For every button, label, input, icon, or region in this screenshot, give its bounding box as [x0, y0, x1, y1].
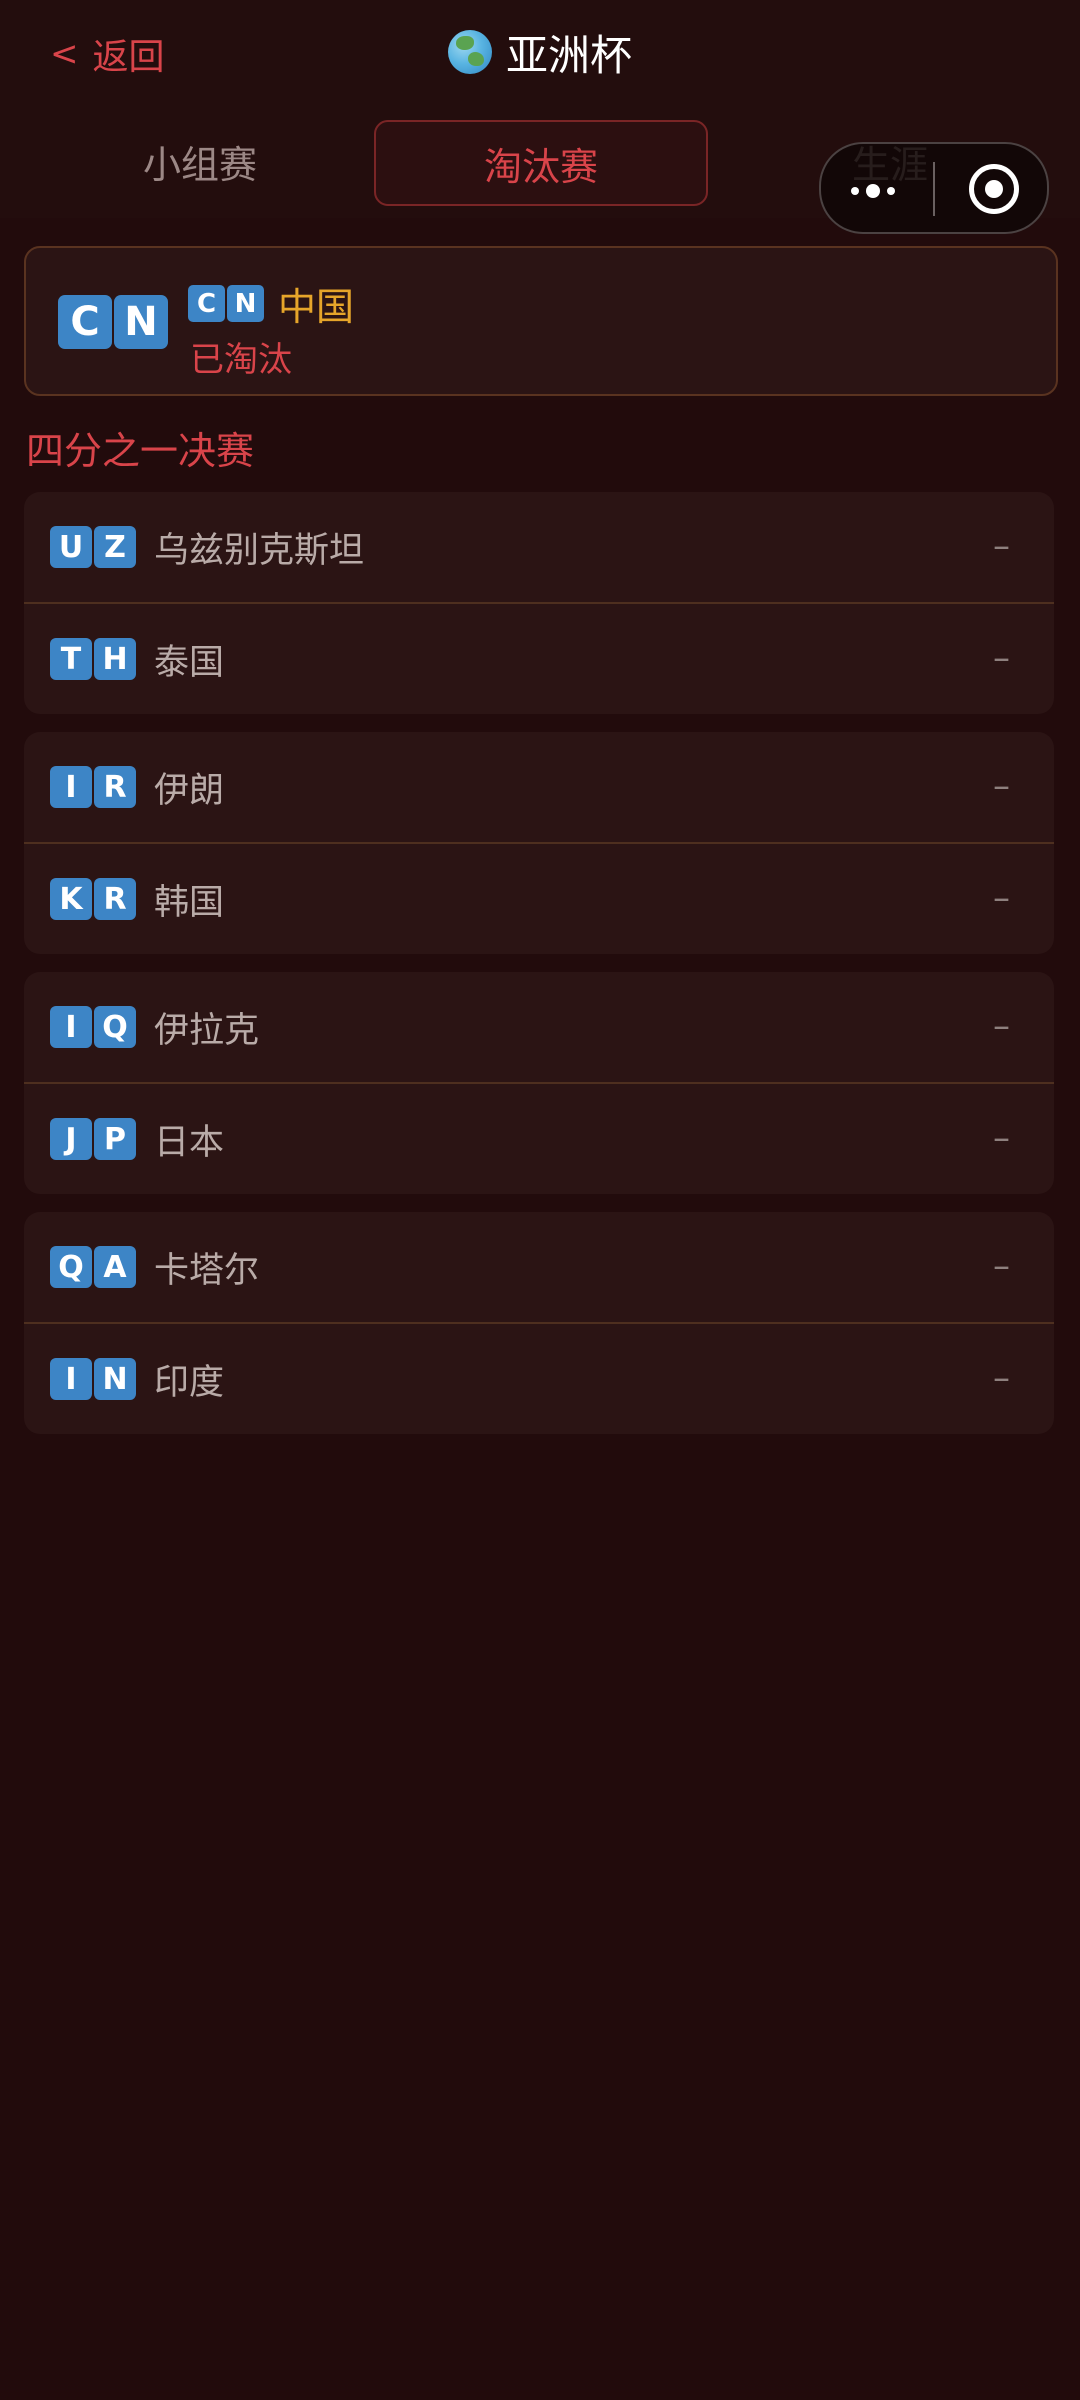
flag-icon-in: I N	[50, 1358, 136, 1400]
score: –	[993, 878, 1010, 918]
team-name: 乌兹别克斯坦	[154, 530, 365, 571]
team-row: I R 伊朗 –	[24, 732, 1054, 844]
globe-icon	[447, 30, 492, 74]
my-team-name: 中国	[278, 285, 355, 329]
flag-icon-qa: Q A	[50, 1246, 136, 1288]
score: –	[993, 526, 1010, 566]
match-card[interactable]: I Q 伊拉克 – J P 日本 –	[24, 972, 1054, 1194]
team-row: T H 泰国 –	[24, 604, 1054, 714]
team-row: I N 印度 –	[24, 1324, 1054, 1434]
team-name: 伊朗	[154, 770, 225, 811]
flag-icon-th: T H	[50, 638, 136, 680]
score: –	[993, 638, 1010, 678]
flag-icon-ir: I R	[50, 766, 136, 808]
team-row: Q A 卡塔尔 –	[24, 1212, 1054, 1324]
more-icon[interactable]	[851, 184, 895, 198]
capsule-divider	[933, 162, 935, 216]
team-name: 日本	[154, 1122, 225, 1163]
team-name: 韩国	[154, 882, 225, 923]
team-row: K R 韩国 –	[24, 844, 1054, 954]
close-target-icon[interactable]	[969, 164, 1019, 214]
top-nav-bar: < 返回 亚洲杯	[0, 0, 1080, 106]
team-row: U Z 乌兹别克斯坦 –	[24, 492, 1054, 604]
tab-knockout[interactable]: 淘汰赛	[374, 120, 708, 206]
mini-program-capsule	[819, 142, 1049, 234]
team-name: 伊拉克	[154, 1010, 260, 1051]
flag-icon-cn-small: C N	[188, 285, 264, 322]
score: –	[993, 1358, 1010, 1398]
tab-group-stage[interactable]: 小组赛	[60, 120, 340, 202]
flag-icon-jp: J P	[50, 1118, 136, 1160]
team-name: 卡塔尔	[154, 1250, 260, 1291]
team-row: J P 日本 –	[24, 1084, 1054, 1194]
score: –	[993, 1246, 1010, 1286]
match-card[interactable]: U Z 乌兹别克斯坦 – T H 泰国 –	[24, 492, 1054, 714]
score: –	[993, 1006, 1010, 1046]
match-card[interactable]: Q A 卡塔尔 – I N 印度 –	[24, 1212, 1054, 1434]
flag-icon-iq: I Q	[50, 1006, 136, 1048]
page-title: 亚洲杯	[505, 30, 632, 80]
team-name: 泰国	[154, 642, 225, 683]
match-card[interactable]: I R 伊朗 – K R 韩国 –	[24, 732, 1054, 954]
team-name: 印度	[154, 1362, 225, 1403]
score: –	[993, 1118, 1010, 1158]
team-row: I Q 伊拉克 –	[24, 972, 1054, 1084]
flag-icon-kr: K R	[50, 878, 136, 920]
flag-icon-uz: U Z	[50, 526, 136, 568]
flag-icon-cn: C N	[58, 295, 168, 349]
score: –	[993, 766, 1010, 806]
elimination-status: 已淘汰	[190, 340, 292, 380]
round-title: 四分之一决赛	[26, 429, 255, 473]
my-team-card: C N C N 中国 已淘汰	[24, 246, 1058, 396]
